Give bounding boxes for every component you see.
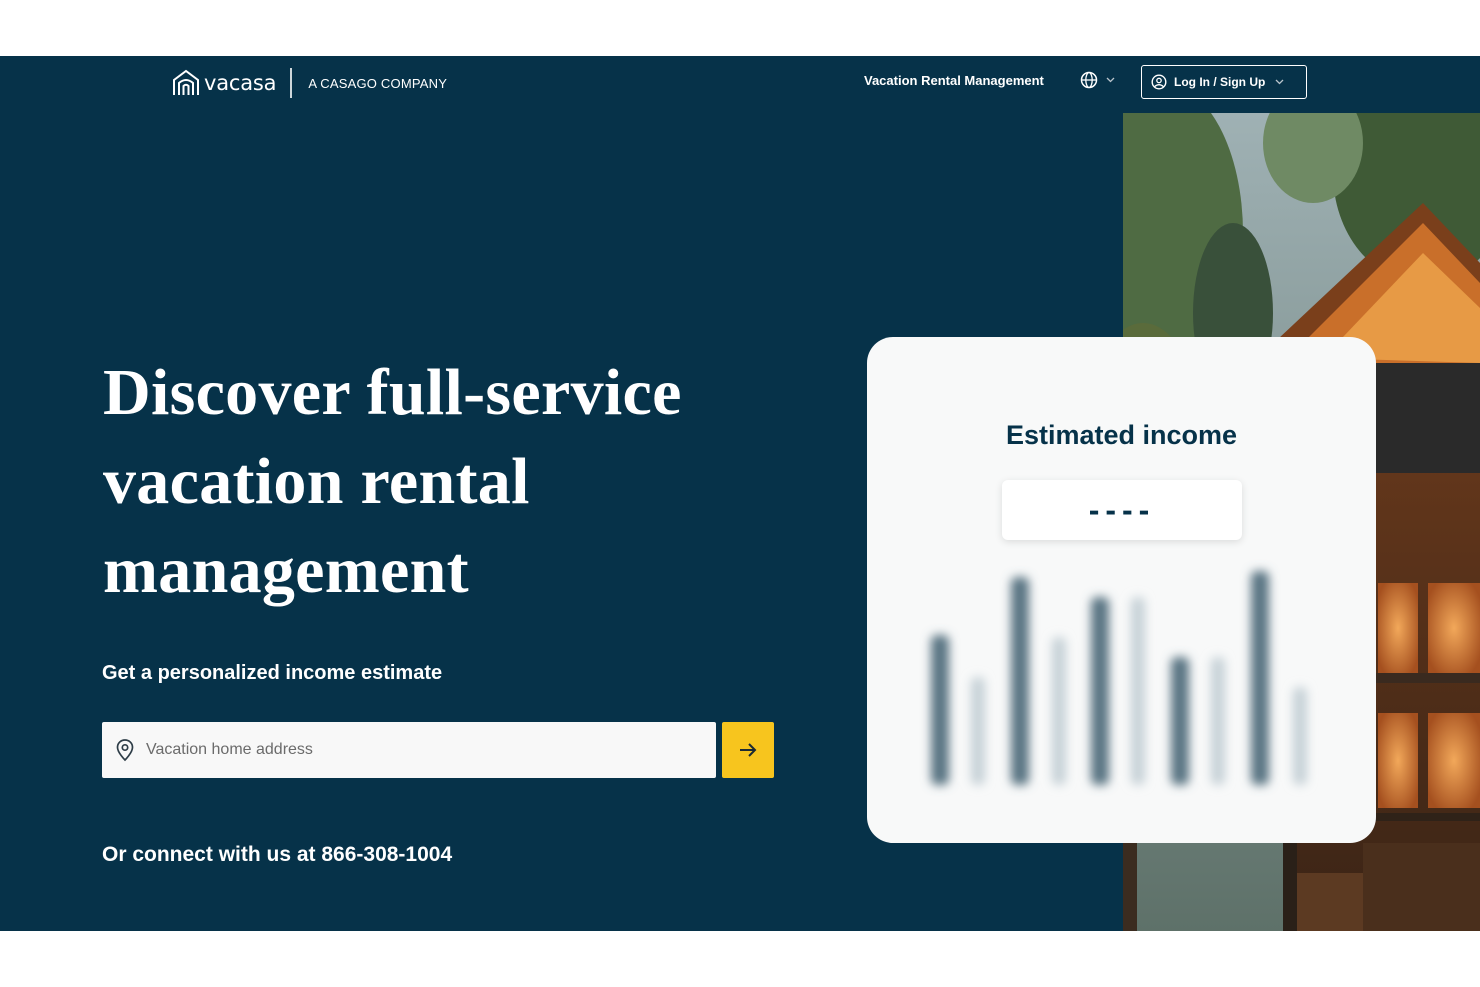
- hero-section: vacasa A CASAGO COMPANY Vacation Rental …: [0, 56, 1480, 931]
- house-logo-icon: [173, 69, 199, 95]
- user-circle-icon: [1151, 74, 1167, 90]
- contact-phone-text[interactable]: Or connect with us at 866-308-1004: [102, 843, 452, 867]
- nav-link-vacation-rental-management[interactable]: Vacation Rental Management: [864, 73, 1044, 88]
- language-selector[interactable]: [1080, 71, 1115, 89]
- chevron-down-icon: [1106, 77, 1115, 83]
- estimate-subhead: Get a personalized income estimate: [102, 662, 443, 684]
- brand-name: vacasa: [204, 71, 277, 95]
- submit-address-button[interactable]: [722, 722, 774, 778]
- login-label: Log In / Sign Up: [1174, 75, 1266, 89]
- arrow-right-icon: [740, 743, 757, 757]
- site-header: vacasa A CASAGO COMPANY Vacation Rental …: [0, 56, 1480, 112]
- address-search-box[interactable]: [102, 722, 716, 778]
- estimated-income-card: Estimated income ----: [867, 337, 1376, 843]
- brand-tagline: A CASAGO COMPANY: [308, 75, 448, 91]
- address-input[interactable]: [144, 740, 704, 760]
- login-signup-button[interactable]: Log In / Sign Up: [1141, 65, 1307, 99]
- logo-divider: [290, 68, 293, 98]
- chevron-down-icon: [1275, 79, 1284, 85]
- card-title: Estimated income: [1005, 420, 1238, 450]
- hero-headline: Discover full-service vacation rental ma…: [103, 356, 682, 607]
- map-pin-icon: [116, 739, 134, 762]
- estimated-income-value: ----: [1002, 480, 1242, 540]
- brand-logo[interactable]: vacasa A CASAGO COMPANY: [171, 68, 447, 98]
- globe-icon: [1080, 71, 1098, 89]
- blurred-bar-chart-illustration: [931, 571, 1307, 785]
